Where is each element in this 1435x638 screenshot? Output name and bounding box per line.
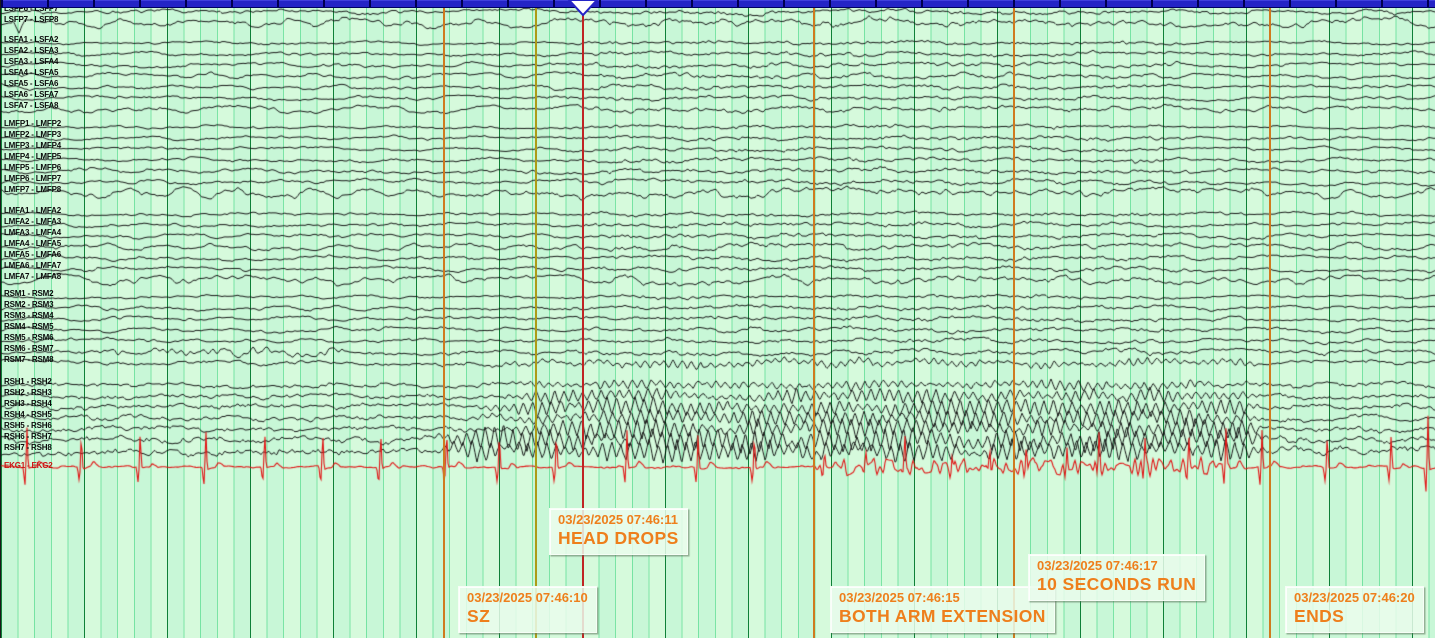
channel-label: LMFP3 - LMFP4 <box>4 142 61 150</box>
event-line <box>1269 0 1271 638</box>
channel-label: LSFA4 - LSFA5 <box>4 69 58 77</box>
channel-label: RSH4 - RSH5 <box>4 411 52 419</box>
channel-label: RSH3 - RSH4 <box>4 400 52 408</box>
event-line <box>535 0 537 638</box>
channel-label: RSM3 - RSM4 <box>4 312 53 320</box>
annotation-label: ENDS <box>1294 606 1415 627</box>
channel-label: RSM5 - RSM6 <box>4 334 53 342</box>
channel-label: RSM4 - RSM5 <box>4 323 53 331</box>
annotation[interactable]: 03/23/2025 07:46:10SZ <box>458 586 597 633</box>
event-line <box>813 0 815 638</box>
annotation-timestamp: 03/23/2025 07:46:20 <box>1294 590 1415 606</box>
cursor-marker-icon[interactable] <box>567 0 599 17</box>
channel-label: LMFA3 - LMFA4 <box>4 229 61 237</box>
channel-label: LMFA7 - LMFA8 <box>4 273 61 281</box>
channel-label: LSFA1 - LSFA2 <box>4 36 58 44</box>
channel-label: LMFP7 - LMFP8 <box>4 186 61 194</box>
annotation-timestamp: 03/23/2025 07:46:15 <box>839 590 1046 606</box>
channel-label: LMFP4 - LMFP5 <box>4 153 61 161</box>
channel-label: LSFA2 - LSFA3 <box>4 47 58 55</box>
timeline-bar[interactable] <box>1 0 1435 8</box>
channel-label: LSFP7 - LSFP8 <box>4 16 58 24</box>
channel-label: RSH2 - RSH3 <box>4 389 52 397</box>
annotation-timestamp: 03/23/2025 07:46:11 <box>558 512 679 528</box>
channel-label: RSH6 - RSH7 <box>4 433 52 441</box>
channel-label: LSFA5 - LSFA6 <box>4 80 58 88</box>
event-line <box>1013 0 1015 638</box>
channel-label: LMFP2 - LMFP3 <box>4 131 61 139</box>
channel-label: RSM6 - RSM7 <box>4 345 53 353</box>
channel-label: RSH7 - RSH8 <box>4 444 52 452</box>
event-line <box>443 0 445 638</box>
channel-label: RSH1 - RSH2 <box>4 378 52 386</box>
annotation[interactable]: 03/23/2025 07:46:11HEAD DROPS <box>549 508 688 555</box>
channel-label: RSH5 - RSH6 <box>4 422 52 430</box>
channel-label: LSFA6 - LSFA7 <box>4 91 58 99</box>
channel-label: LSFA7 - LSFA8 <box>4 102 58 110</box>
annotation-label: HEAD DROPS <box>558 528 679 549</box>
annotation[interactable]: 03/23/2025 07:46:20ENDS <box>1285 586 1424 633</box>
channel-label: LSFA3 - LSFA4 <box>4 58 58 66</box>
annotation[interactable]: 03/23/2025 07:46:15BOTH ARM EXTENSION <box>830 586 1055 633</box>
annotation[interactable]: 03/23/2025 07:46:1710 SECONDS RUN <box>1028 554 1205 601</box>
eeg-traces-canvas <box>1 0 1435 638</box>
channel-label: LMFA1 - LMFA2 <box>4 207 61 215</box>
channel-label: LMFA5 - LMFA6 <box>4 251 61 259</box>
annotation-label: 10 SECONDS RUN <box>1037 574 1196 595</box>
ekg-channel-label: EKG1 - EKG2 <box>4 462 52 470</box>
channel-label: LMFA2 - LMFA3 <box>4 218 61 226</box>
channel-label: LMFP5 - LMFP6 <box>4 164 61 172</box>
channel-label: LMFP6 - LMFP7 <box>4 175 61 183</box>
channel-label: LMFA6 - LMFA7 <box>4 262 61 270</box>
channel-label: RSM1 - RSM2 <box>4 290 53 298</box>
annotation-timestamp: 03/23/2025 07:46:17 <box>1037 558 1196 574</box>
annotation-timestamp: 03/23/2025 07:46:10 <box>467 590 588 606</box>
annotation-label: SZ <box>467 606 588 627</box>
channel-label: LMFA4 - LMFA5 <box>4 240 61 248</box>
channel-label: LMFP1 - LMFP2 <box>4 120 61 128</box>
channel-label: RSM2 - RSM3 <box>4 301 53 309</box>
eeg-viewer-window: LSFP6 - LSFP7LSFP7 - LSFP8LSFA1 - LSFA2L… <box>0 0 1435 638</box>
annotation-label: BOTH ARM EXTENSION <box>839 606 1046 627</box>
channel-label: RSM7 - RSM8 <box>4 356 53 364</box>
